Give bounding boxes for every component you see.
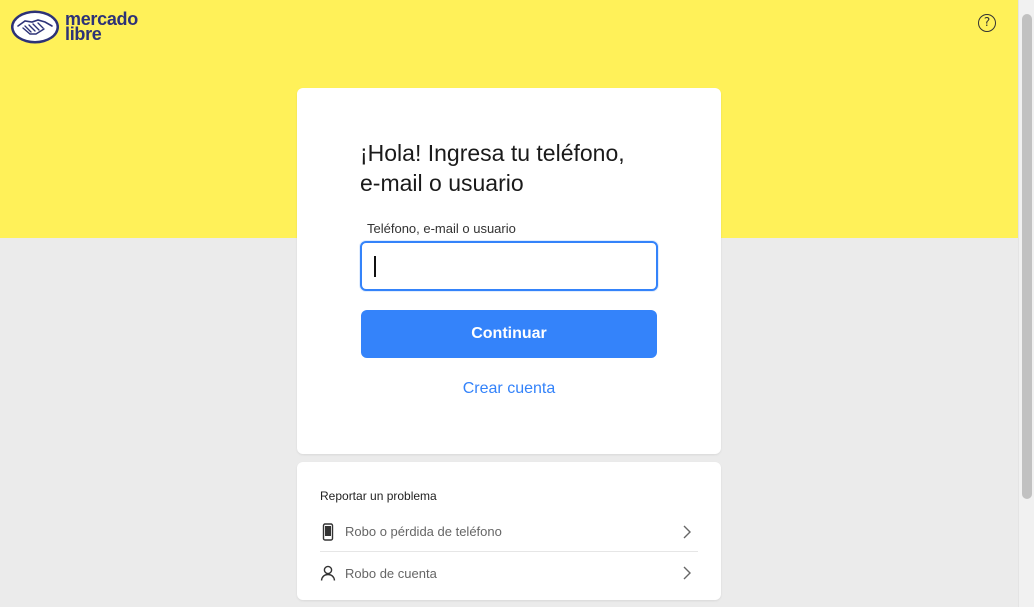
problem-item-account-theft[interactable]: Robo de cuenta bbox=[320, 553, 698, 593]
identifier-field-label: Teléfono, e-mail o usuario bbox=[367, 221, 516, 236]
vertical-scrollbar[interactable] bbox=[1018, 0, 1034, 607]
chevron-right-icon bbox=[683, 525, 691, 538]
mercadolibre-logo[interactable]: mercado libre bbox=[10, 9, 138, 45]
chevron-right-icon bbox=[683, 566, 691, 580]
handshake-logo-icon bbox=[11, 10, 59, 44]
logo-wordmark: mercado libre bbox=[65, 10, 138, 44]
phone-icon bbox=[322, 522, 334, 541]
problem-item-label: Robo o pérdida de teléfono bbox=[345, 524, 502, 539]
problem-item-label: Robo de cuenta bbox=[345, 565, 437, 581]
login-card: ¡Hola! Ingresa tu teléfono, e-mail o usu… bbox=[297, 88, 721, 454]
question-circle-icon[interactable]: ? bbox=[978, 14, 996, 32]
title-line-2: e-mail o usuario bbox=[360, 170, 524, 196]
scrollbar-thumb[interactable] bbox=[1022, 14, 1032, 499]
page: mercado libre ? ¡Hola! Ingresa tu teléfo… bbox=[0, 0, 1034, 607]
report-problem-title: Reportar un problema bbox=[320, 489, 437, 503]
problem-item-phone-loss[interactable]: Robo o pérdida de teléfono bbox=[320, 512, 698, 552]
report-problem-card: Reportar un problema Robo o pérdida de t… bbox=[297, 462, 721, 600]
user-icon bbox=[320, 565, 336, 581]
create-account-link[interactable]: Crear cuenta bbox=[361, 380, 657, 398]
logo-line-2: libre bbox=[65, 24, 102, 44]
page-title: ¡Hola! Ingresa tu teléfono, e-mail o usu… bbox=[360, 138, 680, 198]
text-caret bbox=[374, 256, 376, 277]
continue-button[interactable]: Continuar bbox=[361, 310, 657, 358]
identifier-input[interactable] bbox=[360, 241, 658, 291]
title-line-1: ¡Hola! Ingresa tu teléfono, bbox=[360, 140, 625, 166]
